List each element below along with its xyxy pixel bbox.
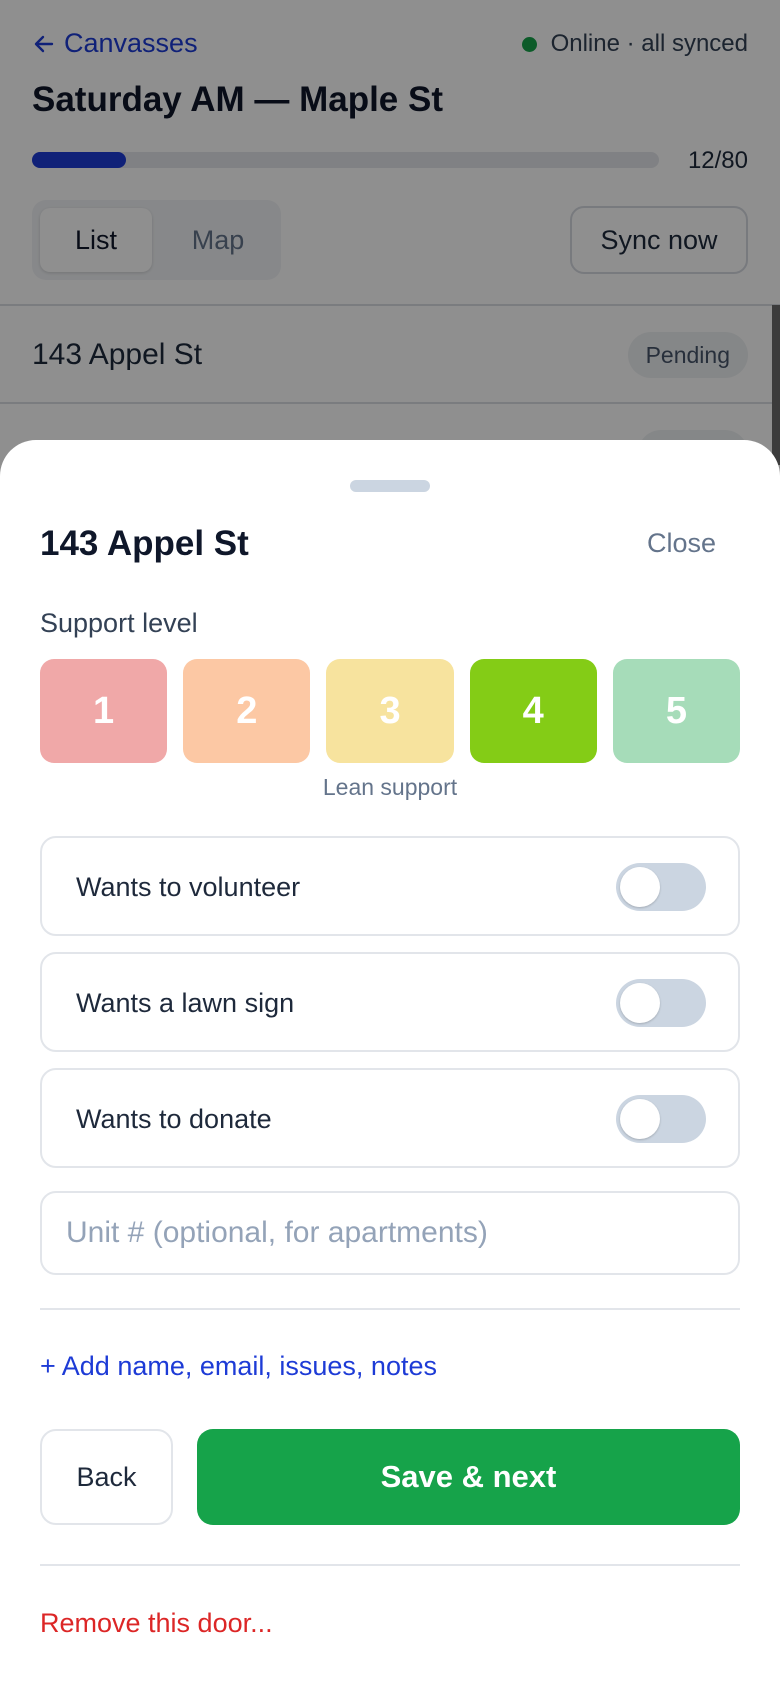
support-level-1-button[interactable]: 1 [40, 659, 168, 763]
support-level-3-button[interactable]: 3 [326, 659, 454, 763]
switch-knob [620, 983, 660, 1023]
support-level-2-button[interactable]: 2 [183, 659, 311, 763]
donate-switch[interactable] [616, 1095, 706, 1143]
switch-knob [620, 867, 660, 907]
sheet-drag-handle[interactable] [350, 480, 430, 492]
sheet-title: 143 Appel St [40, 524, 249, 563]
add-details-link[interactable]: + Add name, email, issues, notes [40, 1351, 437, 1382]
lawn-sign-toggle-row[interactable]: Wants a lawn sign [40, 952, 740, 1052]
divider [40, 1564, 740, 1566]
donate-toggle-label: Wants to donate [76, 1104, 272, 1134]
support-level-selector: 1 2 3 4 5 [40, 659, 741, 763]
volunteer-switch[interactable] [616, 863, 706, 911]
support-level-caption: Lean support [322, 774, 458, 800]
divider [40, 1308, 740, 1310]
lawn-sign-toggle-label: Wants a lawn sign [76, 988, 295, 1018]
support-level-4-button[interactable]: 4 [469, 659, 597, 763]
donate-toggle-row[interactable]: Wants to donate [40, 1068, 740, 1168]
lawn-sign-switch[interactable] [616, 979, 706, 1027]
door-bottom-sheet: 143 Appel St Close Support level 1 2 3 4… [0, 440, 780, 1688]
switch-knob [620, 1099, 660, 1139]
volunteer-toggle-row[interactable]: Wants to volunteer [40, 836, 740, 936]
unit-number-input[interactable] [40, 1191, 740, 1275]
support-level-5-button[interactable]: 5 [612, 659, 741, 763]
save-and-next-button[interactable]: Save & next [197, 1429, 740, 1525]
support-level-label: Support level [40, 608, 198, 638]
remove-door-link[interactable]: Remove this door... [40, 1608, 273, 1639]
volunteer-toggle-label: Wants to volunteer [76, 872, 301, 902]
close-button[interactable]: Close [647, 528, 716, 559]
back-button[interactable]: Back [40, 1429, 173, 1525]
